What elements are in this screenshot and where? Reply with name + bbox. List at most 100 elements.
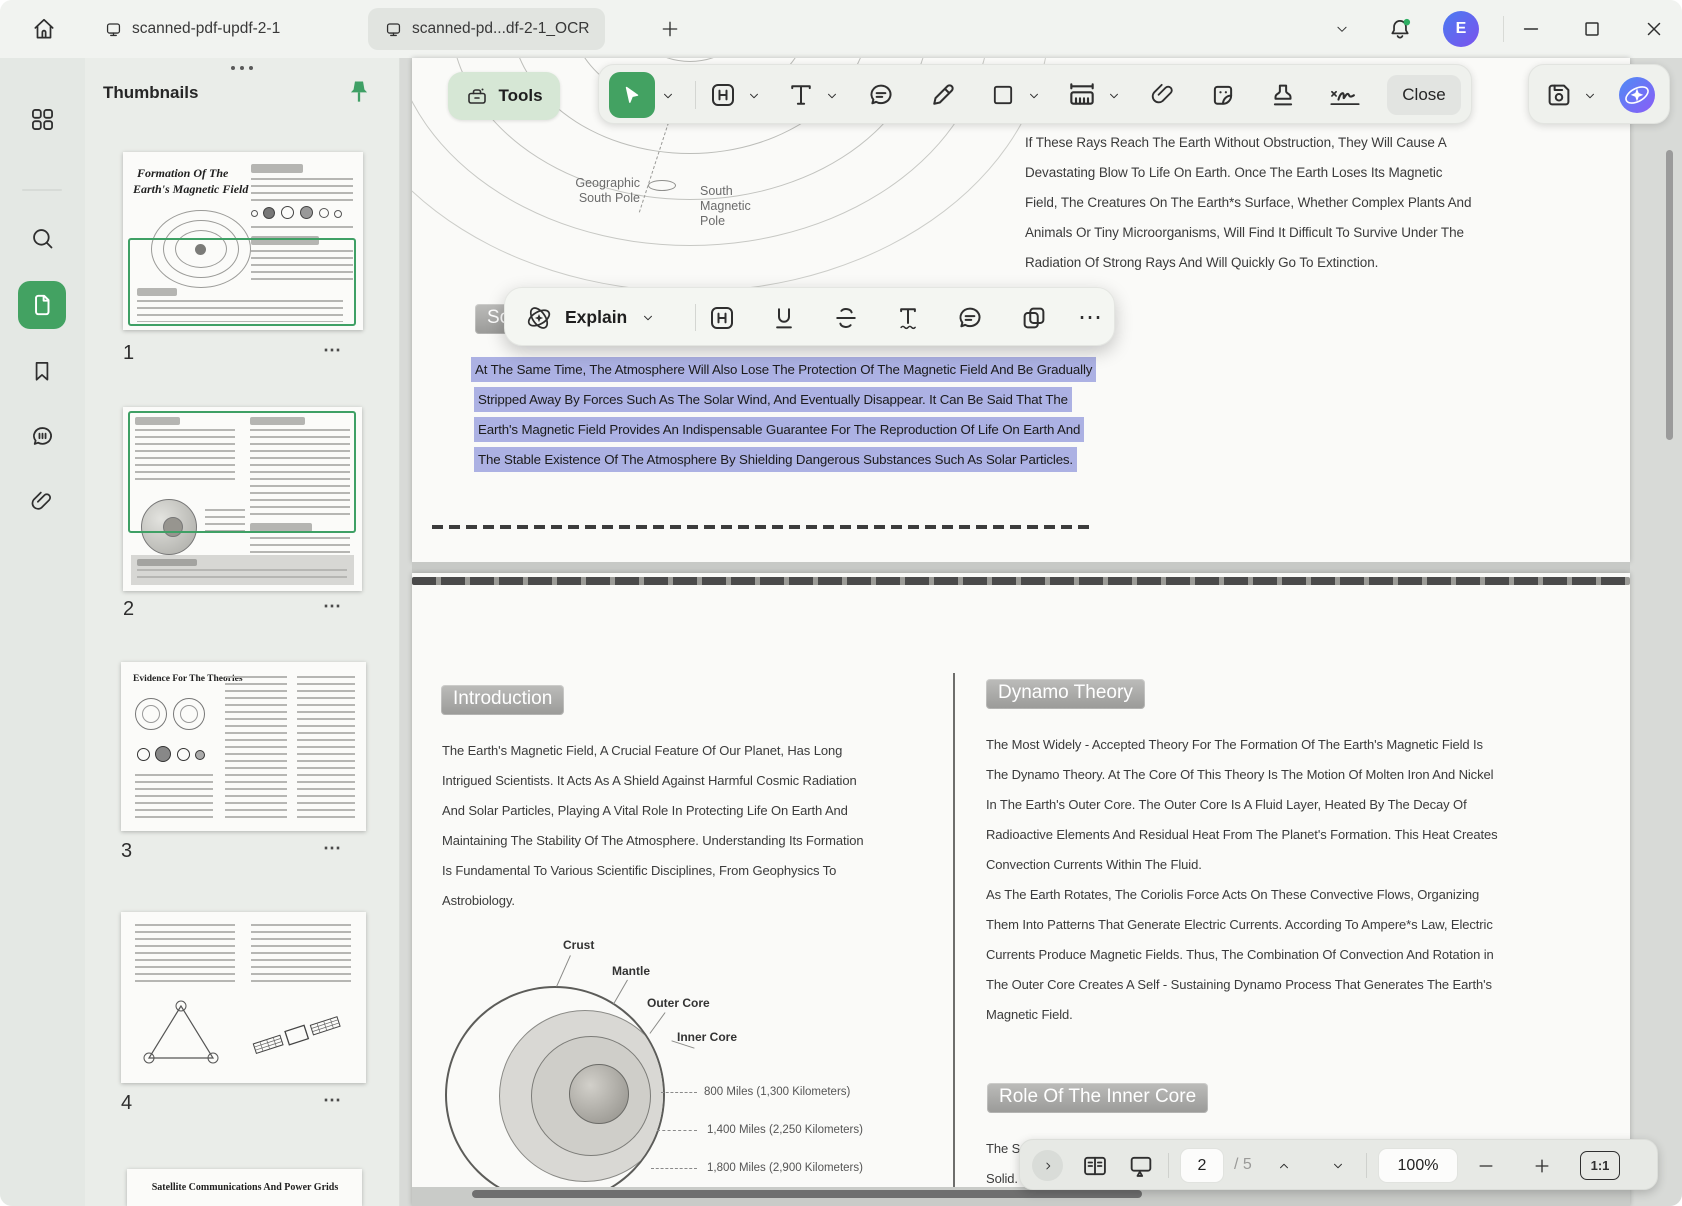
collapse-toolbar-button[interactable] [1320, 9, 1364, 49]
document-tab-icon [104, 20, 123, 39]
sticker-tool-button[interactable] [1207, 79, 1239, 111]
highlight-tool-expander[interactable] [745, 87, 763, 105]
rail-theme-button[interactable] [18, 1196, 66, 1206]
select-tool-button[interactable] [609, 72, 655, 118]
tab-scanned-pdf[interactable]: scanned-pdf-updf-2-1 [88, 8, 296, 50]
ai-assistant-button[interactable] [1617, 75, 1657, 115]
home-button[interactable] [22, 9, 66, 49]
signature-icon [1328, 79, 1362, 111]
tab-scanned-pdf-ocr[interactable]: scanned-pd...df-2-1_OCR [368, 8, 605, 50]
tab-label: scanned-pd...df-2-1_OCR [412, 20, 589, 38]
page-layout-button[interactable] [1078, 1150, 1112, 1181]
maximize-button[interactable] [1570, 9, 1614, 49]
more-actions-button[interactable]: ⋯ [1075, 301, 1105, 335]
stamp-tool-button[interactable] [1267, 79, 1299, 111]
scan-divider-line [432, 525, 1092, 529]
shape-tool-button[interactable] [987, 79, 1019, 111]
avatar-initial: E [1456, 20, 1467, 38]
pin-panel-button[interactable] [345, 78, 375, 110]
save-expander[interactable] [1581, 87, 1599, 105]
close-editing-button[interactable]: Close [1387, 75, 1461, 115]
minimize-button[interactable] [1509, 9, 1553, 49]
home-icon [31, 16, 57, 42]
vertical-scrollbar-thumb[interactable] [1666, 150, 1673, 440]
thumbnail-page-2[interactable] [123, 407, 362, 591]
thumbnail-4-menu[interactable]: ⋯ [323, 1090, 343, 1111]
grid-icon [29, 106, 56, 133]
titlebar-divider [1503, 16, 1504, 42]
text-tool-expander[interactable] [823, 87, 841, 105]
highlight-tool-button[interactable] [707, 79, 739, 111]
presentation-button[interactable] [1124, 1150, 1158, 1181]
strikethrough-action-button[interactable] [829, 301, 863, 335]
save-button[interactable] [1543, 79, 1575, 111]
avatar[interactable]: E [1443, 11, 1479, 47]
dynamo-theory-badge: Dynamo Theory [986, 679, 1145, 709]
shape-tool-expander[interactable] [1025, 87, 1043, 105]
panel-drag-handle[interactable] [231, 66, 253, 70]
rail-home-grid-button[interactable] [18, 95, 66, 143]
document-tab-icon [384, 20, 403, 39]
measure-tool-button[interactable] [1065, 79, 1099, 111]
zoom-out-button[interactable] [1472, 1153, 1500, 1178]
highlight-action-button[interactable] [705, 301, 739, 335]
tab-label: scanned-pdf-updf-2-1 [132, 20, 280, 38]
save-toolbar [1528, 64, 1670, 124]
ruler-icon [1066, 79, 1098, 111]
attach-tool-button[interactable] [1147, 79, 1179, 111]
thumbnail-page-1[interactable]: Formation Of The Earth's Magnetic Field [123, 152, 363, 330]
text-t-icon [786, 80, 816, 110]
thumbnail-1-menu[interactable]: ⋯ [323, 340, 343, 361]
page-icon [29, 292, 55, 318]
comment-action-button[interactable] [953, 301, 987, 335]
page-number-input[interactable]: 2 [1180, 1148, 1224, 1183]
page-total: / 5 [1234, 1156, 1252, 1174]
actual-size-button[interactable]: 1:1 [1580, 1151, 1620, 1180]
ai-logo-icon [1617, 75, 1657, 115]
measure-tool-expander[interactable] [1105, 87, 1123, 105]
expand-bar-button[interactable] [1032, 1150, 1063, 1181]
rail-comments-button[interactable] [18, 412, 66, 460]
south-magnetic-pole-label: SouthMagneticPole [700, 184, 751, 229]
copy-action-button[interactable] [1017, 301, 1051, 335]
page-number-3: 3 [121, 840, 132, 863]
thumbnail-page-3[interactable]: Evidence For The Theories [121, 662, 366, 831]
thumbnail-3-menu[interactable]: ⋯ [323, 838, 343, 859]
squiggly-action-button[interactable] [891, 301, 925, 335]
text-tool-button[interactable] [785, 79, 817, 111]
underline-action-button[interactable] [767, 301, 801, 335]
title-bar: scanned-pdf-updf-2-1 scanned-pd...df-2-1… [0, 0, 1682, 58]
chevron-down-icon [747, 89, 761, 103]
zoom-in-button[interactable] [1528, 1153, 1556, 1178]
rail-thumbnails-button[interactable] [18, 281, 66, 329]
next-page-button[interactable] [1324, 1153, 1352, 1178]
zoom-level-input[interactable]: 100% [1378, 1148, 1458, 1183]
thumbnails-panel: Thumbnails Formation Of The Earth's Magn… [85, 58, 400, 1206]
signature-tool-button[interactable] [1327, 79, 1363, 111]
rail-search-button[interactable] [18, 214, 66, 262]
select-tool-expander[interactable] [659, 87, 677, 105]
square-shape-icon [989, 81, 1017, 109]
comment-tool-button[interactable] [865, 79, 897, 111]
save-floppy-icon [1544, 80, 1574, 110]
introduction-paragraph: The Earth's Magnetic Field, A Crucial Fe… [442, 736, 864, 916]
previous-page-button[interactable] [1270, 1153, 1298, 1178]
thumbnail-2-menu[interactable]: ⋯ [323, 596, 343, 617]
geographic-south-pole-label: GeographicSouth Pole [530, 176, 640, 206]
tools-button[interactable]: Tools [448, 72, 560, 120]
viewport-indicator-page1 [128, 238, 356, 326]
pencil-tool-button[interactable] [927, 79, 959, 111]
measurement-inner-core: 800 Miles (1,300 Kilometers) [704, 1086, 850, 1098]
thumbnail-page-5[interactable]: Satellite Communications And Power Grids [127, 1169, 362, 1206]
ai-explain-button[interactable]: Explain [523, 299, 683, 336]
squiggly-underline-icon [893, 303, 923, 333]
new-tab-button[interactable] [648, 9, 692, 49]
horizontal-scrollbar-thumb[interactable] [472, 1190, 1142, 1198]
panel-title: Thumbnails [103, 83, 198, 103]
close-window-button[interactable] [1632, 9, 1676, 49]
rail-bookmarks-button[interactable] [18, 347, 66, 395]
notifications-button[interactable] [1378, 9, 1422, 49]
thumbnail-page-4[interactable] [121, 912, 366, 1083]
crust-label: Crust [563, 938, 594, 952]
rail-attachments-button[interactable] [18, 478, 66, 526]
